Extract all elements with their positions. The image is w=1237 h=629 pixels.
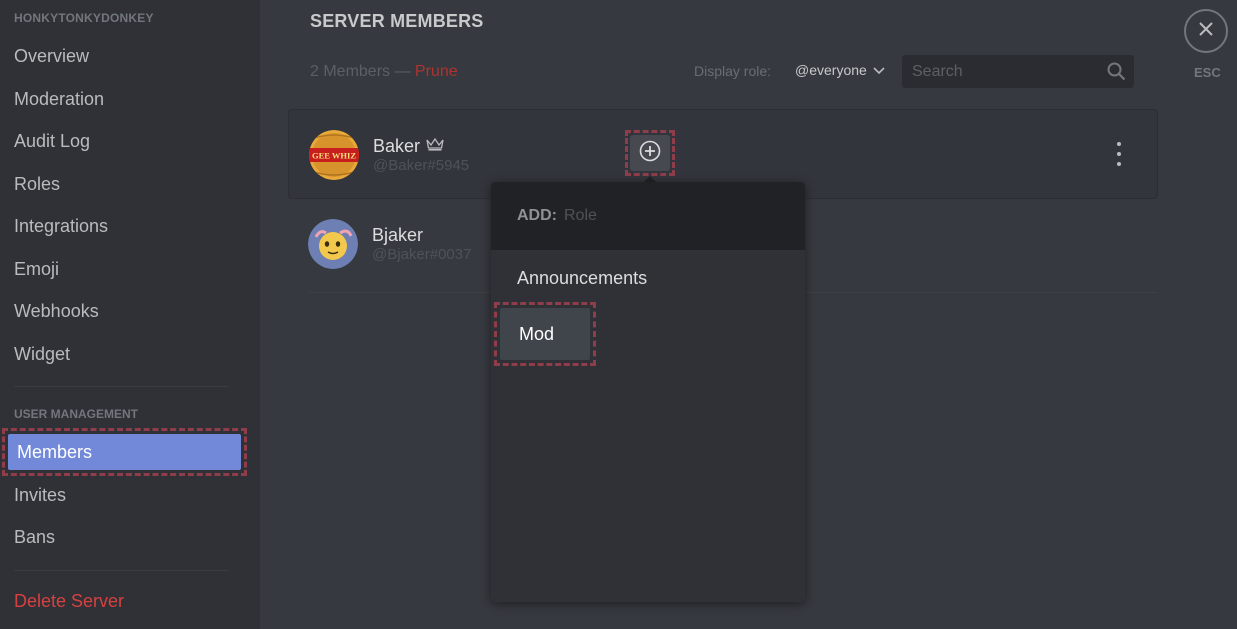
crown-icon bbox=[426, 137, 444, 156]
sidebar-item-webhooks[interactable]: Webhooks bbox=[14, 294, 242, 328]
sidebar-item-moderation[interactable]: Moderation bbox=[14, 82, 242, 116]
close-icon bbox=[1199, 21, 1213, 41]
user-management-header: USER MANAGEMENT bbox=[14, 407, 139, 421]
plus-circle-icon bbox=[639, 140, 661, 167]
esc-label: ESC bbox=[1194, 65, 1221, 80]
sidebar-item-invites[interactable]: Invites bbox=[14, 478, 242, 512]
avatar: GEE WHIZ bbox=[309, 130, 359, 180]
prune-link[interactable]: Prune bbox=[415, 63, 458, 80]
role-option-mod[interactable]: Mod bbox=[494, 302, 596, 366]
add-role-button[interactable] bbox=[625, 130, 675, 176]
search-box bbox=[902, 55, 1134, 88]
close-button[interactable] bbox=[1184, 9, 1228, 53]
sidebar-item-widget[interactable]: Widget bbox=[14, 337, 242, 371]
sidebar-item-members-label: Members bbox=[8, 434, 241, 470]
role-search: ADD: bbox=[491, 182, 805, 250]
sidebar-item-audit-log[interactable]: Audit Log bbox=[14, 124, 242, 158]
display-role-select[interactable]: @everyone bbox=[795, 62, 885, 78]
member-tag: @Baker#5945 bbox=[373, 157, 470, 174]
role-option-mod-label: Mod bbox=[500, 308, 590, 360]
search-input[interactable] bbox=[902, 55, 1092, 88]
chevron-down-icon bbox=[873, 62, 885, 78]
settings-sidebar: HONKYTONKYDONKEY Overview Moderation Aud… bbox=[0, 0, 260, 629]
more-options-icon[interactable] bbox=[1112, 142, 1126, 166]
search-icon[interactable] bbox=[1107, 62, 1126, 86]
sidebar-divider bbox=[14, 386, 228, 387]
sidebar-item-integrations[interactable]: Integrations bbox=[14, 209, 242, 243]
server-name: HONKYTONKYDONKEY bbox=[14, 11, 154, 25]
sidebar-divider bbox=[14, 570, 228, 571]
page-title: SERVER MEMBERS bbox=[310, 11, 484, 31]
add-prefix: ADD: bbox=[517, 207, 557, 224]
display-role-value: @everyone bbox=[795, 62, 867, 78]
role-search-input[interactable] bbox=[564, 207, 764, 225]
delete-server-button[interactable]: Delete Server bbox=[14, 584, 242, 618]
role-option-announcements[interactable]: Announcements bbox=[517, 268, 647, 289]
sidebar-item-members[interactable]: Members bbox=[2, 428, 247, 476]
svg-text:GEE WHIZ: GEE WHIZ bbox=[312, 151, 356, 161]
sidebar-item-roles[interactable]: Roles bbox=[14, 167, 242, 201]
add-role-popout: ADD: Announcements Mod bbox=[491, 182, 805, 602]
members-count-text: 2 Members — bbox=[310, 63, 411, 80]
members-count: 2 Members — Prune bbox=[310, 63, 458, 81]
sidebar-item-emoji[interactable]: Emoji bbox=[14, 252, 242, 286]
display-role-label: Display role: bbox=[694, 63, 772, 79]
member-name: Bjaker bbox=[372, 225, 424, 245]
member-name: Baker bbox=[373, 136, 421, 156]
sidebar-item-bans[interactable]: Bans bbox=[14, 520, 242, 554]
sidebar-item-overview[interactable]: Overview bbox=[14, 39, 242, 73]
avatar bbox=[308, 219, 358, 269]
member-tag: @Bjaker#0037 bbox=[372, 246, 472, 263]
